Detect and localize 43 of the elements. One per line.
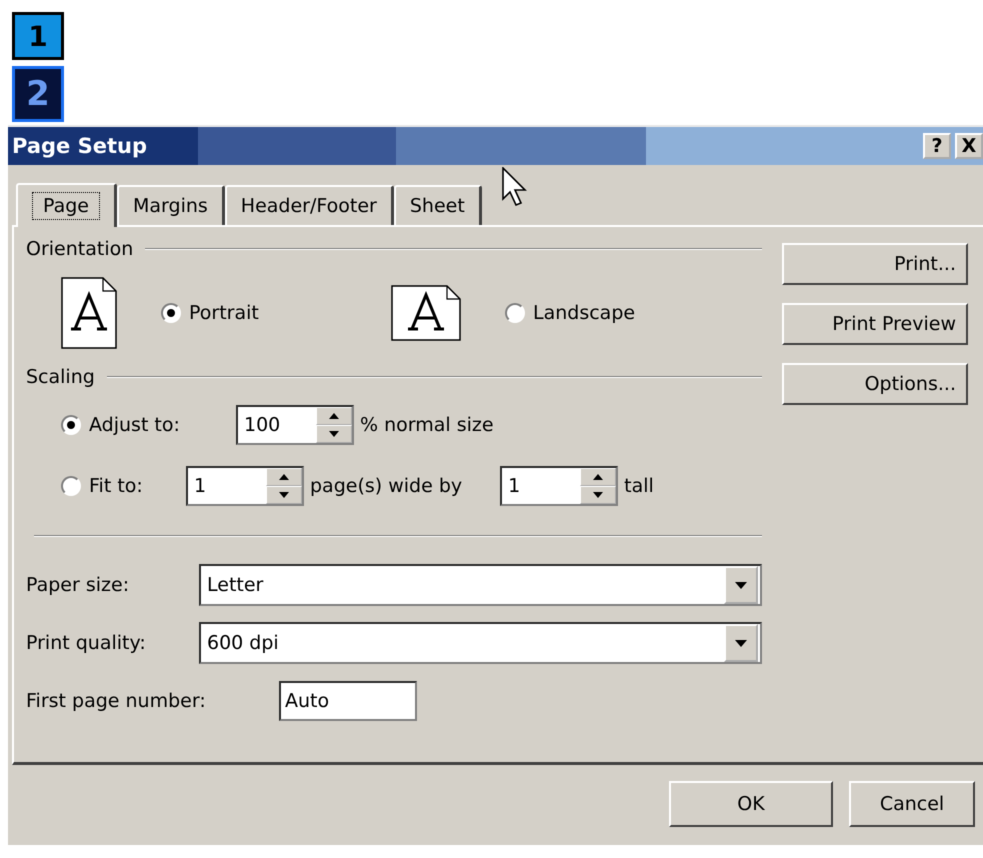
field-label: % normal size	[360, 414, 494, 436]
dropdown-arrow-icon[interactable]	[735, 582, 747, 588]
field-label: Print quality:	[26, 632, 147, 654]
spin-field[interactable]: 1	[186, 466, 304, 506]
field-label: tall	[624, 475, 654, 497]
tab[interactable]: Header/Footer	[224, 185, 394, 225]
dialog-button[interactable]: Print...	[782, 243, 968, 285]
down-arrow-icon[interactable]	[279, 492, 289, 498]
radio-option[interactable]: Adjust to:	[61, 414, 236, 436]
up-arrow-icon[interactable]	[279, 474, 289, 480]
spin-field[interactable]: 1	[500, 466, 618, 506]
input-field[interactable]: Auto	[279, 681, 417, 721]
dialog-button[interactable]: Print Preview	[782, 303, 968, 345]
group-label: Orientation	[26, 238, 134, 260]
number-badge: 2	[12, 66, 64, 122]
close-button[interactable]: X	[955, 133, 983, 159]
radio-option[interactable]: Fit to:	[61, 475, 186, 497]
up-arrow-icon[interactable]	[329, 413, 339, 419]
field-label: Paper size:	[26, 574, 130, 596]
dropdown-arrow-icon[interactable]	[735, 640, 747, 646]
portrait-page-icon	[61, 277, 117, 349]
mouse-pointer-icon	[502, 167, 528, 207]
dialog-button[interactable]: OK	[669, 781, 833, 827]
field-label: page(s) wide by	[310, 475, 462, 497]
dialog-button[interactable]: Cancel	[849, 781, 975, 827]
landscape-page-icon	[391, 285, 461, 341]
radio-option[interactable]: Landscape	[505, 302, 636, 324]
down-arrow-icon[interactable]	[329, 431, 339, 437]
print-quality-dropdown[interactable]: 600 dpi	[199, 622, 762, 664]
paper-size-dropdown[interactable]: Letter	[199, 564, 762, 606]
radio-option[interactable]: Portrait	[161, 302, 259, 324]
group-label: Scaling	[26, 366, 95, 388]
field-label: First page number:	[26, 690, 207, 712]
up-arrow-icon[interactable]	[593, 474, 604, 480]
number-badge: 1	[12, 12, 64, 60]
spin-field[interactable]: 100	[236, 405, 354, 445]
tab[interactable]: Sheet	[394, 185, 482, 225]
help-button[interactable]: ?	[923, 133, 951, 159]
down-arrow-icon[interactable]	[593, 492, 604, 498]
tab[interactable]: Margins	[117, 185, 225, 225]
window-title: Page Setup	[11, 134, 147, 158]
tab[interactable]: Page	[16, 183, 117, 227]
dialog-button[interactable]: Options...	[782, 363, 968, 405]
